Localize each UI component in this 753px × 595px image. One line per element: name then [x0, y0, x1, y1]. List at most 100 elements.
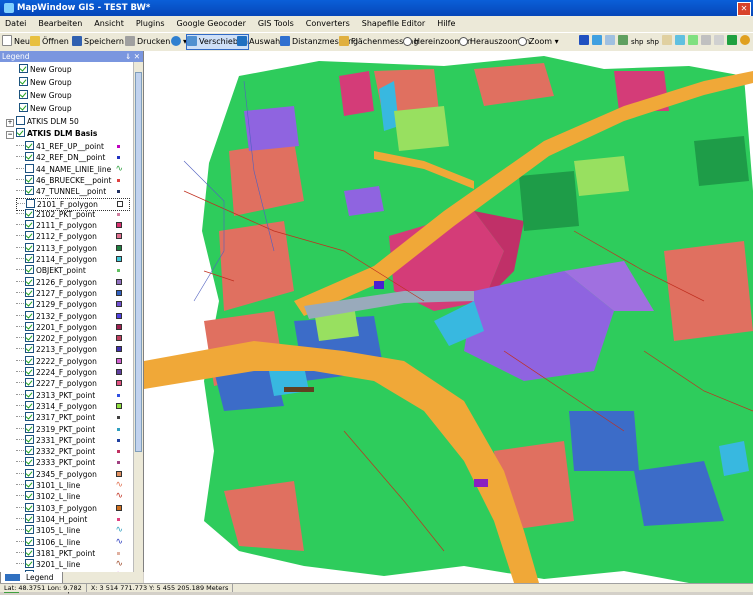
new-button[interactable]: Neu [2, 35, 30, 49]
layer-checkbox[interactable] [25, 276, 34, 286]
layer-checkbox[interactable] [25, 287, 34, 297]
layer-checkbox[interactable] [25, 186, 34, 196]
layer-item[interactable]: 46_BRUECKE__point [16, 174, 128, 186]
add-layer-button[interactable]: ▾ [171, 35, 187, 49]
layer-item[interactable]: 2111_F_polygon [16, 220, 128, 231]
menu-bearbeiten[interactable]: Bearbeiten [32, 16, 88, 32]
legend-pin-close-buttons[interactable]: ⇓ ✕ [125, 51, 140, 62]
group-checkbox[interactable] [16, 128, 25, 137]
layer-checkbox[interactable] [25, 231, 34, 241]
layer-item[interactable]: 3102_L_line ∿ [16, 491, 128, 502]
layer-item[interactable]: 3104_H_point [16, 513, 128, 525]
menu-google-geocoder[interactable]: Google Geocoder [171, 16, 252, 32]
legend-scrollbar[interactable] [133, 62, 143, 572]
info-icon[interactable] [578, 35, 589, 45]
layer-item[interactable]: 2222_F_polygon [16, 355, 128, 367]
layer-item[interactable]: 3105_L_line ∿ [16, 525, 128, 536]
refresh-icon[interactable] [740, 35, 750, 45]
layer-item[interactable]: 2201_F_polygon [16, 321, 128, 333]
layer-item[interactable]: 2313_PKT_point [16, 389, 128, 401]
layer-checkbox[interactable] [25, 310, 34, 320]
layer-item[interactable]: 3103_F_polygon [16, 502, 128, 514]
layer-checkbox[interactable] [25, 174, 34, 184]
legend-group[interactable]: New Group [19, 103, 72, 114]
layer-item[interactable]: 2126_F_polygon [16, 276, 128, 288]
layer-checkbox[interactable] [25, 491, 34, 501]
layer-item[interactable]: 2127_F_polygon [16, 287, 128, 299]
layer-item[interactable]: 41_REF_UP__point [16, 141, 128, 152]
print-button[interactable]: Drucken [125, 35, 170, 49]
layer-item[interactable]: 3101_L_line ∿ [16, 480, 128, 491]
layer-item[interactable]: 3181_PKT_point [16, 547, 128, 559]
layer-checkbox[interactable] [25, 389, 34, 399]
layer-checkbox[interactable] [25, 400, 34, 410]
layer-item[interactable]: 3106_L_line ∿ [16, 536, 128, 548]
menu-plugins[interactable]: Plugins [130, 16, 171, 32]
group-checkbox[interactable] [19, 77, 28, 86]
layer-checkbox[interactable] [25, 446, 34, 456]
legend-group-dlm50[interactable]: + ATKIS DLM 50 [6, 116, 79, 127]
layer-item[interactable]: 2112_F_polygon [16, 231, 128, 242]
shp-button[interactable]: shp [631, 38, 644, 46]
menu-shapefile-editor[interactable]: Shapefile Editor [356, 16, 431, 32]
layer-item[interactable]: 2333_PKT_point [16, 457, 128, 468]
layer-checkbox[interactable] [25, 321, 34, 331]
layer-item[interactable]: 2102_PKT_point [16, 208, 128, 220]
layer-checkbox[interactable] [25, 152, 34, 162]
layer-checkbox[interactable] [25, 480, 34, 489]
layer-item[interactable]: 42_REF_DN__point [16, 152, 128, 163]
layer-checkbox[interactable] [25, 547, 34, 557]
layer-checkbox[interactable] [25, 220, 34, 230]
menu-datei[interactable]: Datei [0, 16, 32, 32]
expand-toggle[interactable]: − [6, 131, 14, 139]
layer-checkbox[interactable] [25, 265, 34, 275]
layer-checkbox[interactable] [25, 468, 34, 478]
layer-checkbox[interactable] [25, 525, 34, 535]
layer-checkbox[interactable] [25, 208, 34, 218]
layer-checkbox[interactable] [25, 457, 34, 467]
close-button[interactable]: ✕ [737, 2, 751, 16]
color-icon[interactable] [727, 35, 737, 45]
layer-item[interactable]: 47_TUNNEL__point [16, 186, 128, 197]
layer-item[interactable]: 2345_F_polygon [16, 468, 128, 480]
layer-item[interactable]: 2202_F_polygon [16, 333, 128, 344]
select-button[interactable]: Auswahl [237, 35, 282, 49]
raster-icon[interactable] [604, 35, 615, 45]
zoom-menu-button[interactable]: Zoom ▾ [518, 35, 559, 49]
expand-toggle[interactable]: + [6, 119, 14, 127]
layer-item[interactable]: 2227_F_polygon [16, 378, 128, 389]
layer-checkbox[interactable] [25, 378, 34, 388]
plugin2-icon[interactable] [714, 35, 724, 45]
layer-checkbox[interactable] [25, 344, 34, 354]
legend-group[interactable]: New Group [19, 77, 72, 88]
save-button[interactable]: Speichern [72, 35, 124, 49]
menu-ansicht[interactable]: Ansicht [88, 16, 130, 32]
table-icon[interactable] [591, 35, 602, 45]
layer-item[interactable]: 2317_PKT_point [16, 412, 128, 423]
menu-hilfe[interactable]: Hilfe [431, 16, 461, 32]
layer-checkbox[interactable] [25, 536, 34, 546]
menu-converters[interactable]: Converters [300, 16, 356, 32]
plugin-icon[interactable] [701, 35, 711, 45]
layer-checkbox[interactable] [25, 163, 34, 173]
shp-edit-button[interactable]: shp [646, 38, 659, 46]
map-canvas[interactable] [144, 51, 753, 583]
layer-item[interactable]: 2314_F_polygon [16, 400, 128, 412]
layer-item[interactable]: 2114_F_polygon [16, 254, 128, 265]
shape-icon[interactable] [617, 35, 628, 45]
layer-checkbox[interactable] [25, 513, 34, 523]
layer-checkbox[interactable] [25, 367, 34, 376]
menu-gis-tools[interactable]: GIS Tools [252, 16, 300, 32]
layer-checkbox[interactable] [25, 299, 34, 309]
layer-item[interactable]: 2132_F_polygon [16, 310, 128, 322]
layer-checkbox[interactable] [25, 141, 34, 150]
layer-item[interactable]: 2319_PKT_point [16, 423, 128, 435]
layer-checkbox[interactable] [25, 242, 34, 252]
group-checkbox[interactable] [16, 116, 25, 125]
layer-item[interactable]: 44_NAME_LINIE_line ∿ [16, 163, 128, 175]
layer-checkbox[interactable] [25, 423, 34, 433]
legend-group[interactable]: New Group [19, 90, 72, 101]
layer-item[interactable]: 2129_F_polygon [16, 299, 128, 310]
map-svg[interactable] [144, 51, 753, 583]
layer-checkbox[interactable] [25, 412, 34, 422]
